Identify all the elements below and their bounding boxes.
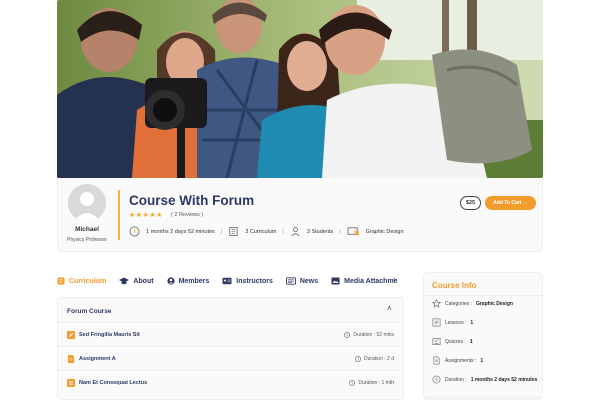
category-icon <box>347 227 359 236</box>
list-icon <box>67 379 75 387</box>
add-to-cart-button[interactable]: Add To Cart → <box>485 196 536 210</box>
lessons-icon <box>432 318 441 327</box>
info-assignments: Assignments : 1 <box>432 356 483 365</box>
tab-about[interactable]: About <box>119 277 154 285</box>
lesson-duration: Duration : 2 d <box>355 356 394 362</box>
tabs-scroll-right[interactable]: › <box>393 276 395 283</box>
newspaper-icon <box>285 277 296 285</box>
star-outline-icon <box>432 299 441 308</box>
user-icon <box>166 277 175 285</box>
file-icon <box>68 355 74 363</box>
course-info-card: Course Info Categories : Graphic Design … <box>423 272 543 400</box>
course-meta: 1 months 2 days 52 minutes | 3 Curriculu… <box>129 226 404 237</box>
instructor-avatar[interactable] <box>68 184 106 222</box>
course-curriculum-count: 3 Curriculum <box>228 226 276 237</box>
quiz-icon <box>432 338 441 345</box>
chevron-up-icon[interactable]: ˄ <box>387 304 392 313</box>
tab-curriculum[interactable]: Curriculum <box>57 277 106 285</box>
course-student-count: 3 Students <box>290 226 333 237</box>
info-categories: Categories : Graphic Design <box>432 299 513 308</box>
clock-icon <box>344 332 351 338</box>
course-title: Course With Forum <box>129 193 255 208</box>
tab-instructors[interactable]: Instructors <box>222 277 273 285</box>
info-duration: Duration : 1 months 2 days 52 minutes <box>432 375 537 384</box>
lesson-duration: Duration : 52 mins <box>344 332 394 338</box>
students-icon <box>291 227 300 237</box>
instructor-role: Physics Professor <box>66 237 107 243</box>
tab-news[interactable]: News <box>285 277 318 285</box>
course-info-title: Course Info <box>432 281 477 290</box>
image-icon <box>331 277 340 285</box>
divider <box>118 190 120 240</box>
price-badge: $25 <box>460 196 481 210</box>
lesson-item[interactable]: Assignment A Duration : 2 d <box>58 346 403 370</box>
course-hero-image <box>57 0 543 178</box>
lesson-item[interactable]: Sed Fringilla Mauris Sit Duration : 52 m… <box>58 322 403 346</box>
edit-icon <box>67 331 75 339</box>
rating-stars: ★★★★★ <box>129 212 163 219</box>
clock-icon <box>129 226 140 237</box>
review-count[interactable]: ( 2 Reviews ) <box>171 212 203 218</box>
info-quizzes: Quizzes : 1 <box>432 337 473 346</box>
instructor-name[interactable]: Michael <box>58 226 116 233</box>
course-header-card: Michael Physics Professor Course With Fo… <box>57 178 543 252</box>
lesson-title[interactable]: Sed Fringilla Mauris Sit <box>79 332 140 338</box>
assignment-icon <box>433 356 440 365</box>
course-category[interactable]: Graphic Design <box>347 226 404 237</box>
tab-members[interactable]: Members <box>166 277 209 285</box>
lesson-item[interactable]: Nam Et Consequat Lectus Duration : 1 mth <box>58 370 403 394</box>
clock-icon <box>355 356 361 362</box>
curriculum-icon <box>229 227 238 236</box>
clock-icon <box>432 375 441 384</box>
book-icon <box>57 277 65 285</box>
course-duration: 1 months 2 days 52 minutes <box>129 226 215 237</box>
tab-media-attachments[interactable]: Media Attachme <box>331 277 398 285</box>
section-title[interactable]: Forum Course <box>67 308 111 315</box>
curriculum-section: Forum Course ˄ Sed Fringilla Mauris Sit … <box>57 297 404 400</box>
lesson-title[interactable]: Nam Et Consequat Lectus <box>79 380 147 386</box>
lesson-title[interactable]: Assignment A <box>79 356 116 362</box>
cap-icon <box>119 277 130 285</box>
id-card-icon <box>222 277 232 285</box>
info-lessons: Lessons : 1 <box>432 318 473 327</box>
lesson-duration: Duration : 1 mth <box>349 380 394 386</box>
clock-icon <box>349 380 356 386</box>
course-tabs: Curriculum About Members Instructors New… <box>57 274 404 288</box>
